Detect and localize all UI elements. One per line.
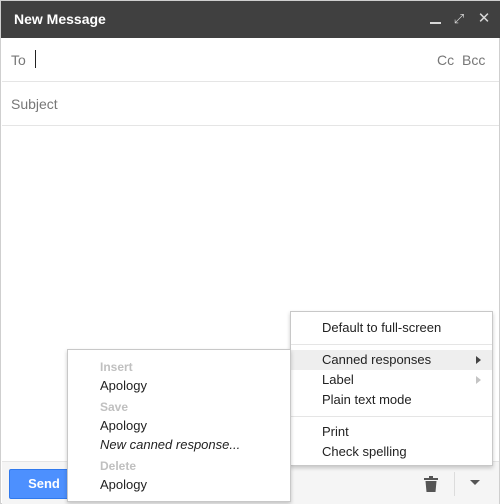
submenu-arrow-icon	[476, 356, 481, 364]
trash-icon[interactable]	[424, 476, 438, 492]
submenu-arrow-icon	[476, 376, 481, 384]
menu-item-label: Plain text mode	[322, 392, 412, 407]
menu-item-label-submenu[interactable]: Label	[291, 370, 492, 390]
minimize-icon[interactable]	[427, 10, 445, 28]
new-canned-response-item[interactable]: New canned response...	[100, 435, 240, 455]
menu-item-label: Canned responses	[322, 352, 432, 367]
menu-item-default-full-screen[interactable]: Default to full-screen	[291, 318, 492, 338]
menu-item-plain-text-mode[interactable]: Plain text mode	[291, 390, 492, 410]
menu-item-canned-responses[interactable]: Canned responses	[291, 350, 492, 370]
menu-divider	[291, 416, 492, 417]
to-label: To	[11, 52, 26, 68]
menu-item-print[interactable]: Print	[291, 422, 492, 442]
save-apology-item[interactable]: Apology	[100, 416, 147, 436]
compose-title: New Message	[14, 11, 106, 27]
save-header: Save	[100, 400, 129, 414]
chevron-down-icon[interactable]	[470, 480, 480, 485]
text-caret	[35, 50, 36, 68]
menu-item-label: Default to full-screen	[322, 320, 442, 335]
delete-header: Delete	[100, 459, 137, 473]
menu-item-label: Print	[322, 424, 349, 439]
compose-window: New Message ⤢ ✕ To Cc Bcc Subject Send D…	[0, 0, 500, 504]
menu-item-label: Check spelling	[322, 444, 407, 459]
cc-link[interactable]: Cc	[437, 52, 454, 68]
insert-apology-item[interactable]: Apology	[100, 376, 147, 396]
close-icon[interactable]: ✕	[475, 10, 493, 28]
compose-titlebar[interactable]: New Message ⤢ ✕	[1, 1, 500, 38]
menu-item-label: Label	[322, 372, 354, 387]
subject-field[interactable]: Subject	[2, 82, 499, 126]
to-field[interactable]: To Cc Bcc	[2, 38, 499, 82]
bcc-link[interactable]: Bcc	[462, 52, 485, 68]
menu-item-check-spelling[interactable]: Check spelling	[291, 442, 492, 462]
toolbar-divider	[454, 472, 455, 496]
subject-placeholder: Subject	[11, 96, 58, 112]
menu-divider	[291, 344, 492, 345]
canned-responses-submenu: Insert Apology Save Apology New canned r…	[67, 349, 291, 502]
insert-header: Insert	[100, 360, 133, 374]
delete-apology-item[interactable]: Apology	[100, 475, 147, 495]
more-options-menu: Default to full-screen Canned responses …	[290, 311, 493, 466]
expand-icon[interactable]: ⤢	[450, 10, 468, 28]
